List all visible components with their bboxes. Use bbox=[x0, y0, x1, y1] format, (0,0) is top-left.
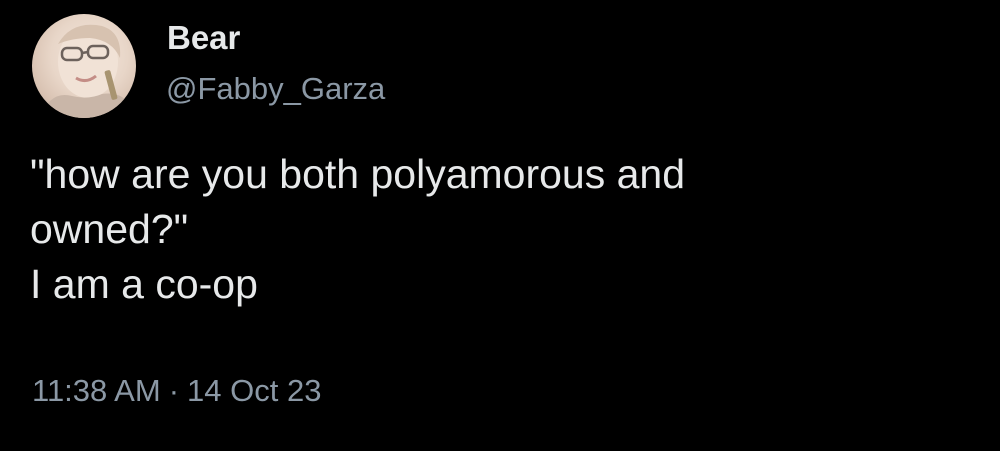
display-name[interactable]: Bear bbox=[167, 18, 240, 58]
profile-photo-icon bbox=[40, 24, 136, 118]
tweet-text-line: "how are you both polyamorous and bbox=[30, 151, 686, 197]
tweet-timestamp[interactable]: 11:38 AM · 14 Oct 23 bbox=[32, 372, 321, 410]
user-handle[interactable]: @Fabby_Garza bbox=[166, 70, 385, 108]
separator-dot: · bbox=[168, 373, 180, 408]
tweet-text-line: I am a co-op bbox=[30, 261, 258, 307]
tweet-time: 11:38 AM bbox=[32, 373, 161, 408]
tweet-text: "how are you both polyamorous and owned?… bbox=[30, 147, 930, 312]
tweet-text-line: owned?" bbox=[30, 206, 189, 252]
tweet-card: Bear @Fabby_Garza "how are you both poly… bbox=[0, 0, 1000, 451]
tweet-date: 14 Oct 23 bbox=[187, 373, 322, 408]
avatar[interactable] bbox=[32, 14, 136, 118]
